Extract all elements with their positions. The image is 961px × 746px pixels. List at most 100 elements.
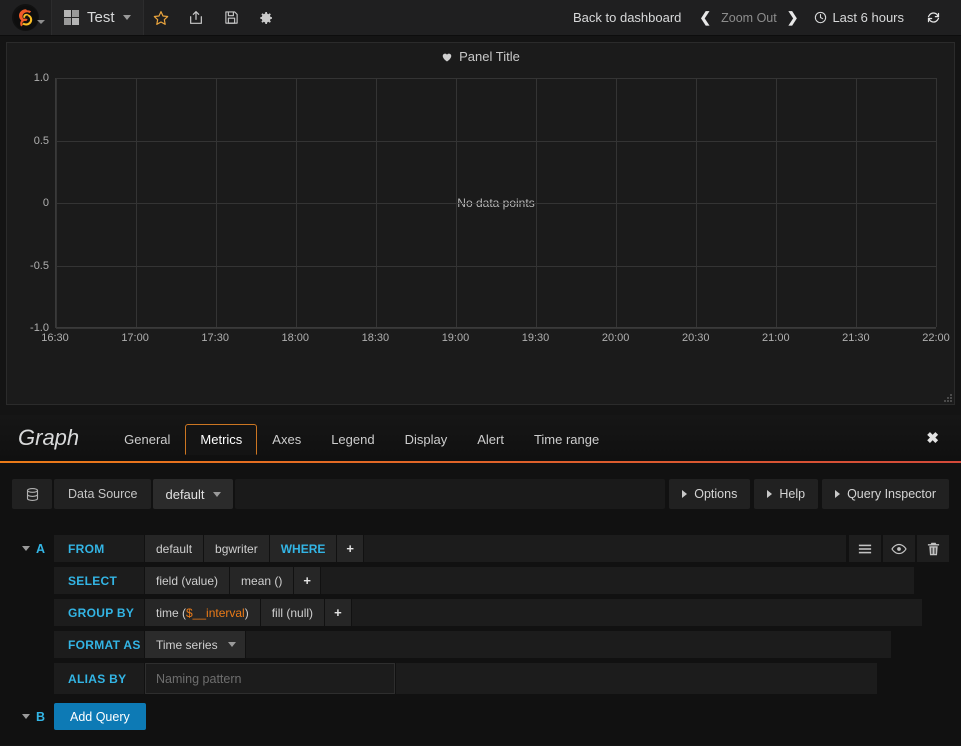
from-measurement-segment[interactable]: bgwriter: [204, 535, 269, 562]
y-axis-tick: 0.5: [33, 134, 49, 147]
top-navbar: Test Back to dashboard ❮ Zoom Out ❯ Last…: [0, 0, 961, 36]
chevron-right-icon: [835, 490, 841, 498]
time-shift-back-icon[interactable]: ❮: [699, 9, 711, 26]
options-button[interactable]: Options: [669, 479, 751, 509]
alias-by-input[interactable]: [145, 663, 395, 694]
vertical-gridline: [136, 78, 137, 327]
editor-tabs: General Metrics Axes Legend Display Alert Time…: [109, 423, 614, 455]
query-action-buttons: [849, 535, 949, 562]
save-icon[interactable]: [214, 0, 249, 36]
help-button-label: Help: [779, 487, 806, 501]
datasource-row-filler: [234, 479, 666, 509]
tab-axes[interactable]: Axes: [257, 424, 316, 455]
navbar-right-controls: Back to dashboard ❮ Zoom Out ❯ Last 6 ho…: [561, 0, 961, 35]
vertical-gridline: [696, 78, 697, 327]
y-axis-tick: -0.5: [30, 259, 49, 272]
groupby-time-prefix: time (: [156, 605, 186, 620]
editor-panel-type-label: Graph: [18, 425, 80, 450]
vertical-gridline: [856, 78, 857, 327]
query-row-a: A FROM default bgwriter WHERE + SELECT f…: [12, 535, 949, 694]
panel-resize-handle[interactable]: [942, 392, 952, 402]
from-row-filler: [363, 535, 846, 562]
back-to-dashboard-link[interactable]: Back to dashboard: [561, 0, 693, 36]
horizontal-gridline: [56, 78, 936, 79]
heart-icon: [441, 51, 453, 63]
groupby-row-spacer: [12, 599, 54, 626]
graph-panel: Panel Title 1.0 0.5 0 -0.5 -1.0 No data poin…: [6, 42, 955, 405]
x-axis-tick: 20:00: [601, 332, 630, 344]
datasource-value: default: [165, 486, 205, 502]
groupby-add-button[interactable]: +: [325, 599, 351, 626]
grafana-home-button[interactable]: [0, 0, 52, 35]
close-editor-button[interactable]: ✖: [926, 429, 939, 447]
chevron-down-icon: [22, 546, 30, 551]
groupby-fill-segment[interactable]: fill (null): [260, 599, 325, 626]
vertical-gridline: [536, 78, 537, 327]
from-policy-segment[interactable]: default: [145, 535, 204, 562]
x-axis-tick: 19:00: [441, 332, 470, 344]
query-a-toggle[interactable]: A: [12, 535, 54, 562]
help-button[interactable]: Help: [754, 479, 819, 509]
panel-title: Panel Title: [459, 49, 520, 64]
database-icon[interactable]: [12, 479, 52, 509]
query-inspector-button[interactable]: Query Inspector: [822, 479, 949, 509]
navbar-spacer: [284, 0, 561, 35]
datasource-select[interactable]: default: [153, 479, 233, 509]
graph-plot-container[interactable]: 1.0 0.5 0 -0.5 -1.0 No data points 16:30 17:0…: [7, 70, 950, 400]
datasource-row: Data Source default Options Help Query I…: [12, 479, 949, 509]
select-function-segment[interactable]: mean (): [230, 567, 294, 594]
query-b-refid: B: [36, 709, 46, 724]
tab-alert[interactable]: Alert: [462, 424, 519, 455]
time-range-picker[interactable]: Last 6 hours: [804, 10, 914, 25]
add-query-button[interactable]: Add Query: [54, 703, 146, 730]
query-format-row: FORMAT AS Time series: [12, 631, 949, 658]
grafana-logo-icon[interactable]: [12, 4, 39, 31]
tab-legend[interactable]: Legend: [316, 424, 389, 455]
select-label: SELECT: [54, 567, 144, 594]
share-icon[interactable]: [179, 0, 214, 36]
where-add-button[interactable]: +: [337, 535, 363, 562]
query-b-toggle[interactable]: B: [12, 703, 54, 730]
format-as-value: Time series: [156, 637, 218, 652]
vertical-gridline: [616, 78, 617, 327]
panel-header[interactable]: Panel Title: [7, 43, 954, 70]
chevron-down-icon: [227, 642, 236, 647]
groupby-time-suffix: ): [244, 605, 249, 620]
settings-gear-icon[interactable]: [249, 0, 284, 36]
datasource-label: Data Source: [54, 479, 152, 509]
y-axis-tick: 0: [42, 197, 49, 209]
vertical-gridline: [216, 78, 217, 327]
query-alias-row: ALIAS BY: [12, 663, 949, 694]
editor-body: Data Source default Options Help Query I…: [0, 463, 961, 745]
format-as-select[interactable]: Time series: [145, 631, 245, 658]
options-button-label: Options: [694, 487, 738, 501]
panel-editor: Graph General Metrics Axes Legend Display Ale…: [0, 415, 961, 745]
star-icon[interactable]: [144, 0, 179, 36]
time-shift-forward-icon[interactable]: ❯: [787, 9, 799, 26]
alias-by-label: ALIAS BY: [54, 663, 144, 694]
refresh-icon[interactable]: [914, 10, 953, 25]
tab-general[interactable]: General: [109, 424, 185, 455]
groupby-time-segment[interactable]: time ($__interval): [145, 599, 260, 626]
where-label[interactable]: WHERE: [269, 535, 337, 562]
x-axis-tick: 20:30: [681, 332, 710, 344]
plot-area[interactable]: No data points: [55, 78, 937, 329]
groupby-row-filler: [351, 599, 922, 626]
tab-metrics[interactable]: Metrics: [185, 423, 258, 455]
toggle-edit-mode-icon[interactable]: [849, 535, 881, 562]
select-add-button[interactable]: +: [294, 567, 320, 594]
tab-display[interactable]: Display: [390, 424, 463, 455]
toggle-visibility-eye-icon[interactable]: [883, 535, 915, 562]
logo-caret-icon: [37, 20, 45, 24]
x-axis-tick: 17:30: [201, 332, 229, 344]
select-field-segment[interactable]: field (value): [145, 567, 230, 594]
tab-time-range[interactable]: Time range: [519, 424, 614, 455]
x-axis-tick: 17:00: [121, 332, 149, 344]
zoom-out-button[interactable]: Zoom Out: [721, 11, 777, 25]
dashboard-title-button[interactable]: Test: [52, 0, 144, 35]
vertical-gridline: [776, 78, 777, 327]
editor-tab-bar: Graph General Metrics Axes Legend Display Ale…: [0, 415, 961, 463]
x-axis-tick: 19:30: [521, 332, 550, 344]
format-row-spacer: [12, 631, 54, 658]
delete-query-trash-icon[interactable]: [917, 535, 949, 562]
